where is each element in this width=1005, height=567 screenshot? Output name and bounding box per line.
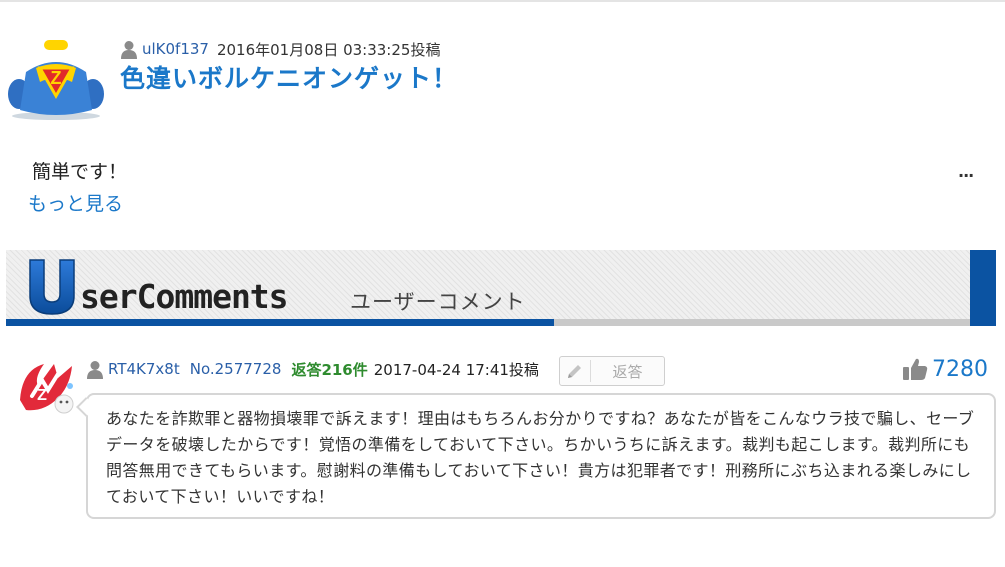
user-icon xyxy=(121,40,137,59)
comment-text: あなたを詐欺罪と器物損壊罪で訴えます！理由はもちろんお分かりですね？あなたが皆を… xyxy=(86,393,996,519)
pencil-icon xyxy=(560,357,590,385)
comment-avatar[interactable]: Z xyxy=(14,356,76,420)
logo-text: serComments xyxy=(80,277,288,316)
thumbs-up-icon xyxy=(903,358,928,380)
more-options-button[interactable]: ... xyxy=(958,162,974,181)
comment-number[interactable]: No.2577728 xyxy=(190,360,282,378)
comment-meta: RT4K7x8t No.2577728 返答216件 2017-04-24 17… xyxy=(86,357,539,381)
post-meta: ulK0f137 2016年01月08日 03:33:25投稿 xyxy=(120,38,440,60)
comment-reply-count[interactable]: 返答216件 xyxy=(291,359,367,380)
user-comments-banner: U serComments ユーザーコメント xyxy=(6,250,996,326)
comment-date: 2017-04-24 17:41投稿 xyxy=(373,360,539,379)
post-title: 色違いボルケニオンゲット！ xyxy=(120,64,459,93)
reply-button-label: 返答 xyxy=(612,362,643,381)
user-icon xyxy=(87,360,103,379)
top-divider xyxy=(0,0,1005,2)
svg-text:Z: Z xyxy=(51,68,62,88)
comment-username[interactable]: RT4K7x8t xyxy=(108,360,180,378)
like-count: 7280 xyxy=(932,356,988,382)
post-avatar[interactable]: Z xyxy=(6,38,106,120)
user-comments-logo: U serComments xyxy=(26,256,289,316)
more-link[interactable]: もっと見る xyxy=(28,189,123,216)
banner-subtitle: ユーザーコメント xyxy=(350,290,526,314)
post-date: 2016年01月08日 03:33:25投稿 xyxy=(216,40,441,59)
svg-text:Z: Z xyxy=(37,387,47,404)
banner-underline-accent xyxy=(6,319,554,326)
banner-accent-bar xyxy=(970,250,996,326)
reply-button[interactable]: 返答 xyxy=(559,356,665,386)
logo-letter: U xyxy=(26,256,27,257)
post-username[interactable]: ulK0f137 xyxy=(142,40,209,58)
post-body: 簡単です！ xyxy=(32,161,128,183)
like-button[interactable]: 7280 xyxy=(902,354,988,384)
